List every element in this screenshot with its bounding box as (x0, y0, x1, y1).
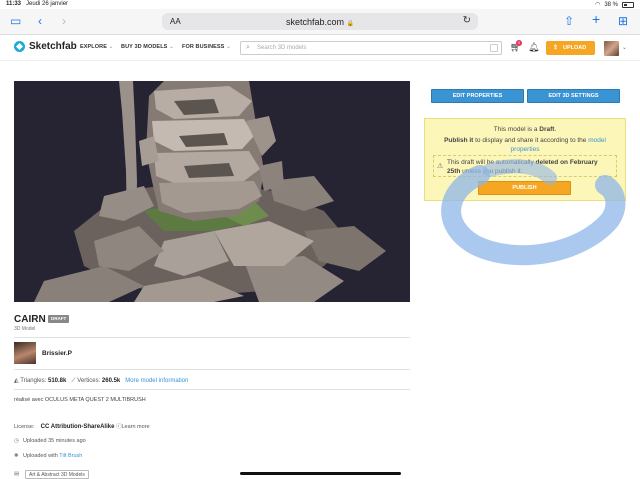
uploaded-with-row: ✺ Uploaded with Tilt Brush (14, 453, 83, 459)
license-row: License: CC Attribution-ShareAlike ⓘLear… (14, 424, 150, 430)
nav-for-business[interactable]: FOR BUSINESS ⌄ (182, 44, 231, 50)
upload-label: UPLOAD (563, 45, 587, 51)
draft-status-line: This model is a Draft. (493, 126, 557, 133)
back-icon[interactable]: ‹ (38, 15, 42, 27)
status-time: 11:33 (6, 1, 22, 7)
battery-icon (622, 1, 634, 8)
uploaded-time-row: ◷ Uploaded 35 minutes ago (14, 438, 86, 444)
upload-button[interactable]: ⇪ UPLOAD (546, 41, 595, 55)
license-name[interactable]: CC Attribution-ShareAlike (41, 424, 115, 430)
status-bar: 11:33 Jeudi 26 janvier ◠ 38 % (0, 0, 640, 9)
brand-name: Sketchfab (29, 41, 77, 52)
battery-percent: 38 % (604, 1, 618, 8)
learn-more-link[interactable]: Learn more (121, 424, 149, 430)
triangles-count: 510.8k (47, 378, 67, 384)
share-icon[interactable]: ⇧ (564, 15, 574, 27)
search-input[interactable]: ⌕ Search 3D models (240, 41, 502, 55)
clock-icon: ◷ (14, 438, 19, 444)
logo-icon (14, 41, 25, 52)
vertices-icon: ⟋ (71, 378, 76, 384)
warning-icon: ⚠ (437, 163, 444, 170)
status-date: Jeudi 26 janvier (26, 1, 69, 7)
model-render (34, 81, 386, 302)
status-right: ◠ 38 % (595, 1, 634, 8)
wifi-icon: ◠ (595, 2, 601, 8)
chevron-down-icon: ⌄ (226, 44, 231, 50)
author-avatar[interactable] (14, 342, 36, 364)
search-placeholder: Search 3D models (257, 45, 307, 51)
category-icon: ▤ (14, 471, 20, 477)
model-stats: ◭ Triangles: 510.8k ⟋ Vertices: 260.5k M… (14, 378, 189, 384)
url-text: sketchfab.com 🔒 (285, 17, 355, 27)
nav-explore[interactable]: EXPLORE ⌄ (80, 44, 113, 50)
nav-buy-3d-models[interactable]: BUY 3D MODELS ⌄ (121, 44, 174, 50)
site-header: Sketchfab EXPLORE ⌄ BUY 3D MODELS ⌄ FOR … (0, 36, 640, 61)
publish-button[interactable]: PUBLISH (478, 181, 571, 195)
notifications-bell-icon[interactable]: 🔔︎ (528, 42, 539, 53)
category-tag[interactable]: Art & Abstract 3D Models (25, 470, 89, 479)
browser-toolbar: ▭ ‹ › AA sketchfab.com 🔒 ↻ ⇧ + ⊞ (0, 9, 640, 35)
author-name[interactable]: Brissier.P (42, 350, 72, 357)
triangles-icon: ◭ (14, 378, 19, 384)
chevron-down-icon: ⌄ (169, 44, 174, 50)
model-type: 3D Model (14, 326, 36, 332)
address-bar[interactable]: AA sketchfab.com 🔒 ↻ (162, 13, 478, 30)
draft-badge: DRAFT (48, 315, 70, 323)
divider (14, 389, 410, 390)
more-info-link[interactable]: More model information (125, 378, 188, 384)
tabs-overview-icon[interactable]: ⊞ (618, 15, 628, 27)
upload-icon: ⇪ (553, 45, 559, 51)
tilt-brush-link[interactable]: Tilt Brush (59, 453, 82, 459)
cart-count-badge: 0 (516, 40, 522, 46)
new-tab-icon[interactable]: + (592, 12, 600, 26)
model-viewer[interactable] (14, 81, 410, 302)
search-icon: ⌕ (246, 44, 250, 51)
chevron-down-icon: ⌄ (108, 44, 114, 50)
publish-instructions: Publish it to display and share it accor… (444, 137, 606, 153)
chevron-down-icon[interactable]: ⌄ (622, 44, 627, 51)
forward-icon[interactable]: › (62, 15, 66, 27)
tilt-brush-icon: ✺ (14, 453, 19, 459)
deletion-warning: ⚠ This draft will be automatically delet… (433, 155, 617, 177)
home-indicator[interactable] (240, 472, 401, 475)
model-title: CAIRN (14, 314, 46, 325)
vertices-count: 260.5k (101, 378, 121, 384)
edit-3d-settings-button[interactable]: EDIT 3D SETTINGS (527, 89, 620, 103)
edit-properties-button[interactable]: EDIT PROPERTIES (431, 89, 524, 103)
sidebar-icon[interactable]: ▭ (10, 15, 21, 27)
divider (14, 369, 410, 370)
reload-icon[interactable]: ↻ (463, 15, 471, 26)
divider (14, 337, 410, 338)
lock-icon: 🔒 (346, 21, 355, 27)
sketchfab-logo[interactable]: Sketchfab (14, 41, 77, 52)
search-shortcut-icon (490, 44, 498, 52)
user-avatar[interactable] (604, 41, 619, 56)
model-description: réalisé avec OCULUS META QUEST 2 MULTIBR… (14, 397, 146, 403)
cart-button[interactable]: 🛒︎ 0 (510, 40, 522, 53)
